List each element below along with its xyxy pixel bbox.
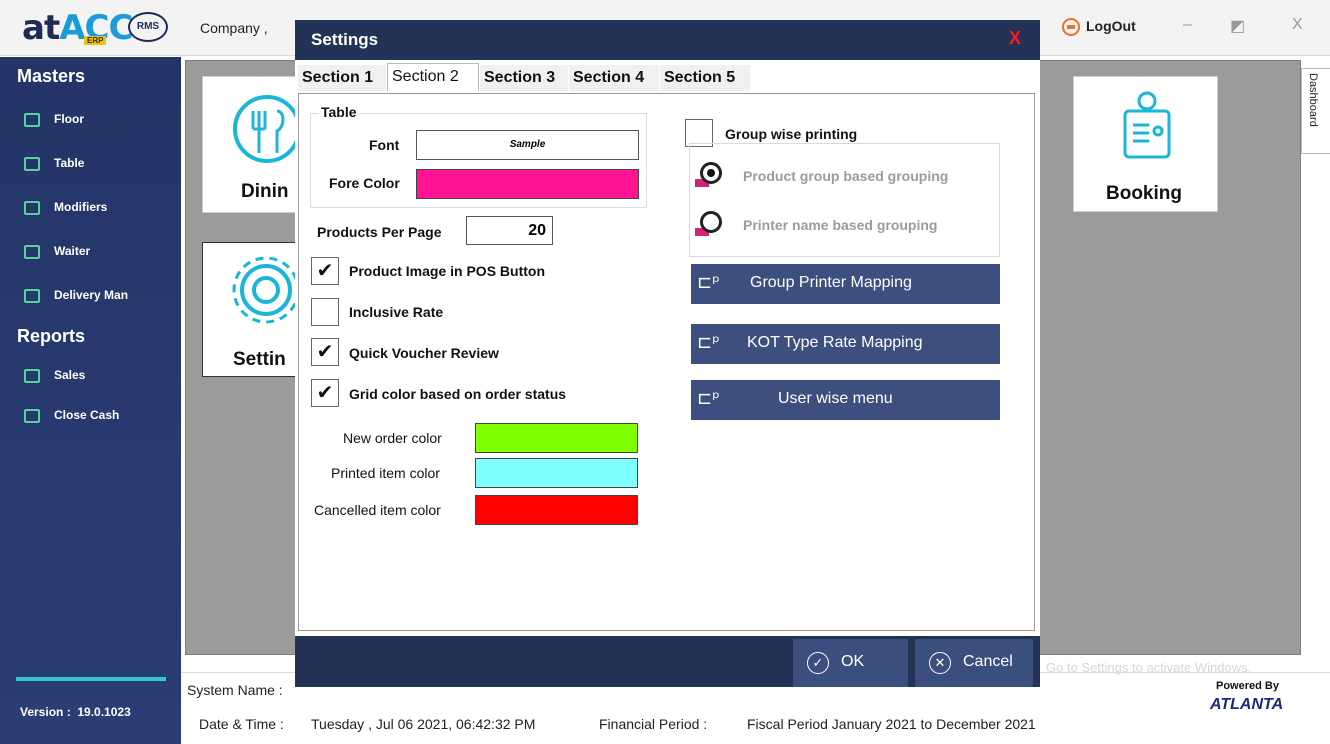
- printer-name-label: Printer name based grouping: [743, 217, 938, 233]
- dialog-title: Settings: [311, 30, 379, 49]
- product-group-label: Product group based grouping: [743, 168, 949, 184]
- product-group-radio[interactable]: [695, 159, 725, 189]
- system-name-label: System Name :: [187, 682, 283, 698]
- inclusive-rate-label: Inclusive Rate: [349, 304, 444, 320]
- booking-tile[interactable]: Booking: [1073, 76, 1218, 212]
- sidebar-item-floor[interactable]: Floor: [0, 97, 181, 141]
- dialog-title-bar: Settings X: [295, 20, 1040, 60]
- printed-item-color-label: Printed item color: [331, 465, 440, 481]
- sidebar-item-table[interactable]: Table: [0, 141, 181, 185]
- app-logo: atACC ERP RMS: [22, 8, 172, 48]
- products-per-page-input[interactable]: 20: [466, 216, 553, 245]
- financial-period-label: Financial Period :: [599, 716, 708, 732]
- reports-heading: Reports: [17, 326, 86, 346]
- table-group-label: Table: [319, 104, 359, 120]
- quick-voucher-checkbox[interactable]: ✔: [311, 338, 339, 366]
- quick-voucher-label: Quick Voucher Review: [349, 345, 499, 361]
- powered-by-label: Powered By: [1216, 680, 1279, 692]
- tab-section-1[interactable]: Section 1: [298, 65, 386, 91]
- version-bar: [16, 677, 166, 681]
- sidebar-item-waiter[interactable]: Waiter: [0, 229, 181, 273]
- atlanta-logo: ATLANTA: [1210, 696, 1284, 713]
- fore-color-swatch[interactable]: [416, 169, 639, 199]
- printed-item-color-swatch[interactable]: [475, 458, 638, 488]
- windows-watermark: Go to Settings to activate Windows.: [1046, 660, 1252, 675]
- cash-icon: [24, 408, 40, 423]
- dialog-footer: ✓ OK ✕ Cancel: [295, 636, 1040, 687]
- sidebar-item-close-cash[interactable]: Close Cash: [0, 395, 181, 435]
- user-menu-icon: ⊏ᵖ: [697, 388, 720, 409]
- settings-dialog: Settings X Section 1 Section 2 Section 3…: [295, 20, 1040, 687]
- group-printer-mapping-button[interactable]: ⊏ᵖ Group Printer Mapping: [691, 264, 1000, 304]
- printer-name-radio[interactable]: [695, 208, 725, 238]
- section-2-panel: Table Font Sample Fore Color Products Pe…: [298, 93, 1035, 631]
- inclusive-rate-checkbox[interactable]: [311, 298, 339, 326]
- product-image-label: Product Image in POS Button: [349, 263, 546, 279]
- sidebar-item-delivery-man[interactable]: Delivery Man: [0, 273, 181, 317]
- version: Version : 19.0.1023: [20, 705, 131, 719]
- dining-label: Dinin: [241, 181, 289, 202]
- printer-mapping-icon: ⊏ᵖ: [697, 272, 720, 293]
- grid-color-checkbox[interactable]: ✔: [311, 379, 339, 407]
- tab-section-3[interactable]: Section 3: [480, 65, 568, 91]
- maximize-button[interactable]: ◩: [1230, 16, 1245, 36]
- dining-icon: [233, 95, 301, 163]
- new-order-color-label: New order color: [343, 430, 442, 446]
- logout-icon: [1062, 18, 1080, 37]
- cancelled-item-color-label: Cancelled item color: [314, 502, 441, 518]
- booking-label: Booking: [1106, 183, 1182, 204]
- cancel-button[interactable]: ✕ Cancel: [915, 639, 1033, 687]
- check-circle-icon: ✓: [807, 652, 829, 674]
- product-image-checkbox[interactable]: ✔: [311, 257, 339, 285]
- font-label: Font: [369, 137, 400, 153]
- fore-color-label: Fore Color: [329, 175, 400, 191]
- dialog-close-button[interactable]: X: [1009, 28, 1021, 49]
- company-label: Company ,: [200, 20, 268, 36]
- close-button[interactable]: X: [1292, 16, 1303, 34]
- sales-icon: [24, 368, 40, 383]
- settings-label: Settin: [233, 349, 286, 370]
- sidebar-item-modifiers[interactable]: Modifiers: [0, 185, 181, 229]
- tab-dashboard[interactable]: Dashboard: [1301, 68, 1330, 154]
- group-wise-printing-label: Group wise printing: [725, 126, 858, 142]
- tab-section-2[interactable]: Section 2: [387, 63, 479, 91]
- ok-button[interactable]: ✓ OK: [793, 639, 908, 687]
- kot-type-rate-mapping-button[interactable]: ⊏ᵖ KOT Type Rate Mapping: [691, 324, 1000, 364]
- floor-icon: [24, 112, 40, 127]
- kot-mapping-icon: ⊏ᵖ: [697, 332, 720, 353]
- gear-icon: [232, 256, 300, 324]
- masters-heading: Masters: [17, 66, 86, 86]
- grid-color-label: Grid color based on order status: [349, 386, 567, 402]
- sidebar-item-sales[interactable]: Sales: [0, 355, 181, 395]
- new-order-color-swatch[interactable]: [475, 423, 638, 453]
- table-icon: [24, 156, 40, 171]
- waiter-icon: [24, 244, 40, 259]
- sidebar: Masters Floor Table Modifiers Waiter Del…: [0, 57, 181, 744]
- cancel-circle-icon: ✕: [929, 652, 951, 674]
- modifiers-icon: [24, 200, 40, 215]
- grouping-options-group: [689, 143, 1000, 257]
- tab-section-5[interactable]: Section 5: [660, 65, 750, 91]
- financial-period-value: Fiscal Period January 2021 to December 2…: [747, 716, 1036, 732]
- products-per-page-label: Products Per Page: [317, 224, 442, 240]
- cancelled-item-color-swatch[interactable]: [475, 495, 638, 525]
- tab-section-4[interactable]: Section 4: [569, 65, 659, 91]
- minimize-button[interactable]: –: [1183, 16, 1192, 34]
- datetime-label: Date & Time :: [199, 716, 284, 732]
- datetime-value: Tuesday , Jul 06 2021, 06:42:32 PM: [311, 716, 536, 732]
- booking-icon: [1123, 91, 1171, 159]
- delivery-icon: [24, 288, 40, 303]
- user-wise-menu-button[interactable]: ⊏ᵖ User wise menu: [691, 380, 1000, 420]
- font-field[interactable]: Sample: [416, 130, 639, 160]
- logout-button[interactable]: LogOut: [1062, 18, 1136, 37]
